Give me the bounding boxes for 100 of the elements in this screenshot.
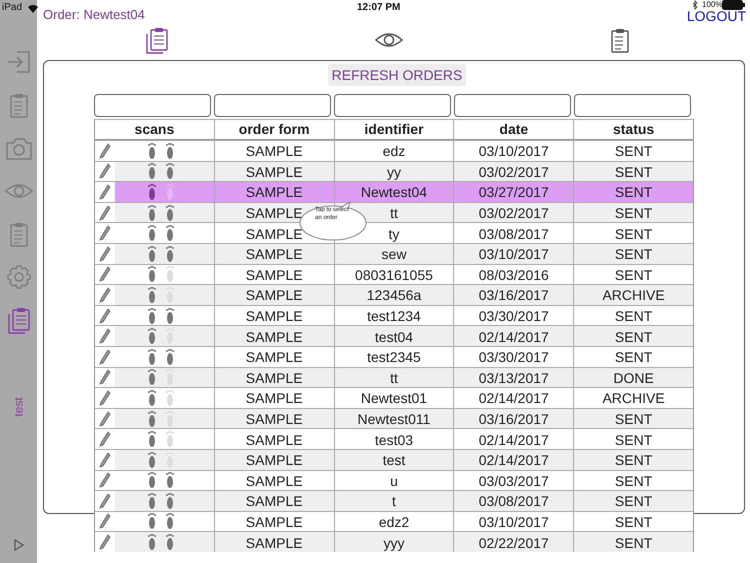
clock-time: 12:07 PM: [357, 2, 400, 13]
pencil-icon[interactable]: [99, 286, 111, 303]
scans-cell[interactable]: [95, 532, 215, 552]
status-text: SENT: [614, 411, 652, 428]
pencil-icon[interactable]: [99, 246, 111, 262]
column-header[interactable]: identifier: [334, 120, 454, 139]
footprint-icon: [147, 388, 157, 407]
status-text: SENT: [614, 184, 652, 200]
date-text: 03/30/2017: [478, 349, 549, 366]
column-header[interactable]: status: [574, 120, 693, 139]
bluetooth-icon: [692, 0, 698, 10]
pencil-icon[interactable]: [99, 184, 111, 200]
order-form-text: SAMPLE: [246, 308, 303, 324]
status-text: SENT: [614, 432, 652, 448]
date-text: 03/10/2017: [478, 143, 549, 160]
pencil-icon[interactable]: [99, 308, 111, 324]
footprint-icon: [147, 286, 157, 304]
date-text: 02/14/2017: [478, 432, 549, 448]
identifier-text: 0803161055: [355, 266, 433, 283]
order-form-text: SAMPLE: [246, 184, 303, 200]
column-header[interactable]: order form: [214, 120, 335, 139]
footprint-icon: [147, 224, 157, 242]
footprint-icon: [147, 492, 157, 510]
refresh-orders-button[interactable]: REFRESH ORDERS: [328, 64, 466, 86]
status-text: SENT: [614, 164, 652, 180]
column-header[interactable]: date: [454, 120, 574, 139]
pencil-icon[interactable]: [99, 225, 111, 242]
device-name: iPad: [2, 2, 22, 13]
scans-cell[interactable]: [95, 285, 215, 305]
order-form-text: SAMPLE: [246, 226, 303, 242]
pencil-icon[interactable]: [99, 369, 111, 386]
status-text: SENT: [614, 143, 652, 160]
pencil-icon[interactable]: [99, 492, 111, 509]
order-form-text: SAMPLE: [246, 328, 303, 345]
footprint-icon: [147, 142, 157, 160]
footprint-icon: [147, 430, 157, 448]
filter-field[interactable]: [454, 94, 571, 117]
battery-icon: [722, 0, 746, 10]
status-text: SENT: [614, 246, 652, 262]
pencil-icon[interactable]: [99, 163, 111, 180]
scans-cell[interactable]: [95, 244, 215, 264]
pencil-icon[interactable]: [99, 142, 111, 159]
date-text: 02/14/2017: [478, 328, 549, 345]
status-text: SENT: [614, 472, 652, 489]
filter-field[interactable]: [334, 94, 451, 117]
pencil-icon[interactable]: [99, 410, 111, 427]
order-form-text: SAMPLE: [246, 411, 303, 428]
identifier-text: ty: [388, 226, 400, 242]
footprint-icon: [147, 450, 157, 469]
status-text: SENT: [614, 534, 652, 551]
date-text: 03/13/2017: [478, 370, 549, 386]
date-text: 03/03/2017: [478, 472, 549, 489]
identifier-text: test1234: [367, 308, 421, 324]
identifier-text: 123456a: [366, 287, 422, 304]
column-header[interactable]: scans: [95, 120, 215, 139]
wifi-icon: [27, 4, 39, 13]
status-text: SENT: [614, 266, 652, 283]
date-text: 03/08/2017: [478, 493, 549, 510]
status-text: ARCHIVE: [602, 390, 665, 406]
date-text: 03/02/2017: [478, 205, 549, 222]
date-text: 08/03/2016: [478, 266, 549, 283]
footprint-icon: [147, 471, 157, 490]
scans-cell[interactable]: [95, 326, 215, 346]
status-text: SENT: [614, 205, 652, 222]
identifier-text: Newtest011: [358, 411, 430, 428]
play-icon[interactable]: [14, 539, 24, 551]
pencil-icon[interactable]: [99, 472, 111, 488]
scans-cell[interactable]: [95, 450, 215, 470]
filter-field[interactable]: [574, 94, 691, 117]
pencil-icon[interactable]: [99, 534, 111, 550]
order-form-text: SAMPLE: [246, 493, 303, 510]
order-form-text: SAMPLE: [246, 514, 303, 530]
date-text: 03/16/2017: [478, 411, 549, 428]
pencil-icon[interactable]: [99, 266, 111, 282]
pencil-icon[interactable]: [99, 452, 111, 468]
logout-link[interactable]: LOGOUT: [686, 10, 746, 23]
pencil-icon[interactable]: [99, 348, 111, 365]
filter-field[interactable]: [214, 94, 331, 117]
identifier-text: edz: [382, 143, 406, 160]
pencil-icon[interactable]: [99, 431, 111, 448]
date-text: 03/27/2017: [478, 184, 549, 200]
footprint-icon: [147, 512, 157, 530]
date-text: 03/16/2017: [478, 287, 549, 304]
order-form-text: SAMPLE: [246, 143, 303, 160]
status-text: SENT: [614, 452, 652, 468]
footprint-icon: [147, 533, 157, 552]
pencil-icon[interactable]: [99, 390, 111, 406]
pencil-icon[interactable]: [99, 204, 111, 221]
footprint-icon: [147, 265, 157, 284]
scans-cell[interactable]: [95, 182, 215, 202]
pencil-icon[interactable]: [99, 513, 111, 530]
scans-cell[interactable]: [95, 491, 215, 511]
filter-field[interactable]: [94, 94, 211, 117]
status-text: SENT: [614, 493, 652, 510]
pencil-icon[interactable]: [99, 328, 111, 344]
status-text: ARCHIVE: [602, 287, 665, 304]
status-text: SENT: [614, 226, 652, 242]
identifier-text: tt: [390, 370, 398, 386]
identifier-text: test04: [374, 328, 414, 345]
footprint-icon: [147, 182, 157, 201]
